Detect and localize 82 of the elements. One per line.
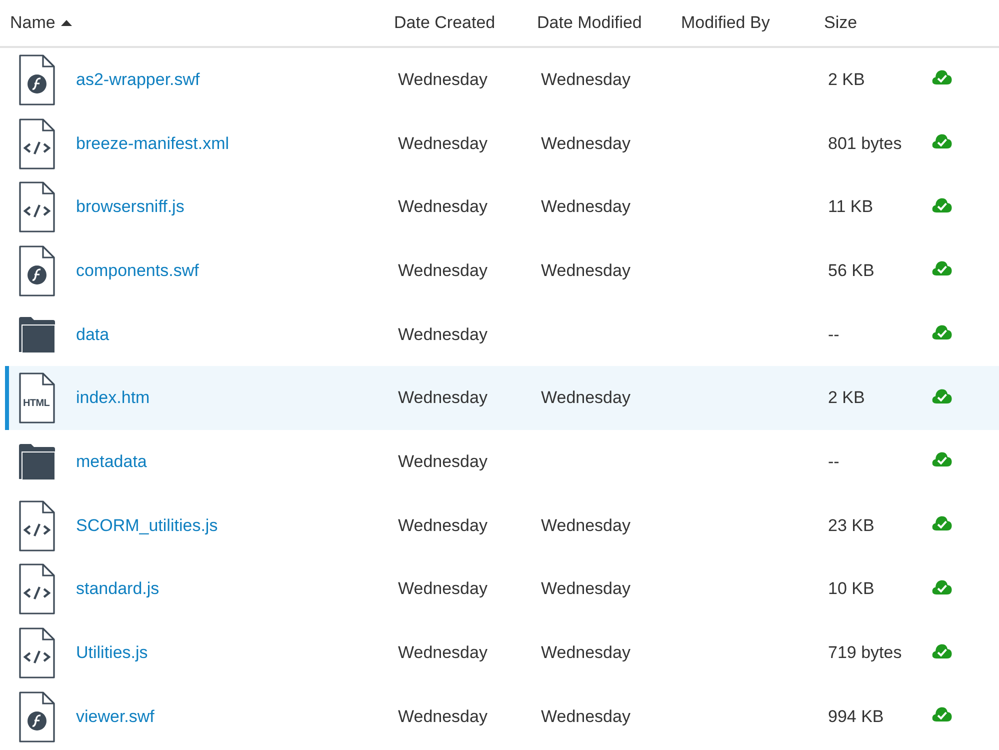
file-row[interactable]: components.swf Wednesday Wednesday 56 KB [0, 239, 999, 303]
cloud-check-icon [932, 642, 952, 659]
date-modified: Wednesday [541, 643, 630, 662]
file-name-link[interactable]: viewer.swf [76, 706, 154, 726]
cloud-check-icon [932, 196, 952, 213]
file-row[interactable]: data Wednesday -- [0, 302, 999, 366]
file-name-link[interactable]: metadata [76, 452, 147, 471]
date-modified: Wednesday [541, 197, 630, 216]
flash-file-icon [18, 54, 56, 106]
column-header[interactable]: Size [824, 13, 858, 33]
file-size: 719 bytes [828, 643, 902, 662]
date-created: Wednesday [398, 197, 488, 216]
file-icon [18, 372, 56, 424]
date-created: Wednesday [398, 579, 488, 598]
code-file-icon [18, 181, 56, 234]
file-name-link[interactable]: components.swf [76, 260, 199, 280]
file-name-link[interactable]: data [76, 324, 110, 344]
column-header[interactable]: Name [10, 13, 56, 33]
file-row[interactable]: metadata Wednesday -- [0, 430, 999, 494]
date-modified: Wednesday [541, 388, 630, 408]
file-row[interactable]: Utilities.js Wednesday Wednesday 719 bytes [0, 621, 999, 685]
date-created: Wednesday [398, 388, 488, 408]
file-size: -- [828, 324, 840, 344]
date-created: Wednesday [398, 324, 488, 344]
code-file-icon [18, 563, 56, 616]
code-file-icon [18, 500, 56, 552]
date-modified: Wednesday [541, 706, 630, 726]
column-header[interactable]: Modified By [681, 13, 770, 33]
file-row[interactable]: as2-wrapper.swf Wednesday Wednesday 2 KB [0, 48, 999, 112]
file-size: -- [828, 452, 840, 471]
cloud-check-icon [932, 260, 952, 276]
date-created: Wednesday [398, 134, 488, 153]
file-name-link[interactable]: index.htm [76, 388, 150, 408]
date-modified: Wednesday [541, 516, 630, 535]
file-name-link[interactable]: browsersniff.js [76, 197, 184, 216]
date-created: Wednesday [398, 452, 488, 471]
file-size: 2 KB [828, 388, 865, 408]
cloud-check-icon [932, 133, 952, 150]
folder-icon [18, 442, 56, 481]
date-created: Wednesday [398, 70, 488, 89]
sort-ascending-icon [61, 20, 72, 26]
file-type-label: HTML [23, 398, 50, 410]
cloud-check-icon [932, 515, 952, 532]
date-modified: Wednesday [541, 579, 630, 598]
date-created: Wednesday [398, 643, 488, 662]
cloud-check-icon [932, 578, 952, 595]
file-size: 994 KB [828, 706, 884, 726]
file-size: 11 KB [828, 197, 874, 216]
file-name-link[interactable]: as2-wrapper.swf [76, 70, 200, 89]
date-created: Wednesday [398, 260, 488, 280]
date-modified: Wednesday [541, 70, 630, 89]
date-created: Wednesday [398, 706, 488, 726]
cloud-check-icon [932, 451, 952, 468]
file-size: 56 KB [828, 260, 874, 280]
file-name-link[interactable]: standard.js [76, 579, 160, 598]
file-size: 801 bytes [828, 134, 902, 153]
column-header[interactable]: Date Created [394, 13, 496, 33]
file-row[interactable]: breeze-manifest.xml Wednesday Wednesday 801 bytes [0, 112, 999, 176]
date-modified: Wednesday [541, 260, 630, 280]
flash-file-icon [18, 244, 56, 297]
file-row[interactable]: browsersniff.js Wednesday Wednesday 11 KB [0, 175, 999, 240]
file-name-link[interactable]: SCORM_utilities.js [76, 516, 218, 535]
file-row[interactable]: standard.js Wednesday Wednesday 10 KB [0, 558, 999, 622]
file-row[interactable]: HTML index.htm Wednesday Wednesday 2 KB [5, 366, 999, 430]
cloud-check-icon [932, 324, 952, 340]
file-name-link[interactable]: breeze-manifest.xml [76, 134, 230, 153]
date-created: Wednesday [398, 516, 488, 535]
file-size: 10 KB [828, 579, 874, 598]
code-file-icon [18, 627, 56, 680]
file-row[interactable]: SCORM_utilities.js Wednesday Wednesday 23 KB [0, 494, 999, 558]
file-size: 23 KB [828, 516, 874, 535]
cloud-check-icon [932, 69, 952, 86]
cloud-check-icon [932, 388, 952, 404]
code-file-icon [18, 118, 56, 170]
file-name-link[interactable]: Utilities.js [76, 643, 148, 662]
file-size: 2 KB [828, 70, 865, 89]
flash-file-icon [18, 690, 56, 743]
column-header[interactable]: Date Modified [537, 13, 642, 33]
file-row[interactable]: viewer.swf Wednesday Wednesday 994 KB [0, 684, 999, 749]
cloud-check-icon [932, 706, 952, 722]
date-modified: Wednesday [541, 134, 630, 153]
folder-icon [18, 316, 56, 354]
